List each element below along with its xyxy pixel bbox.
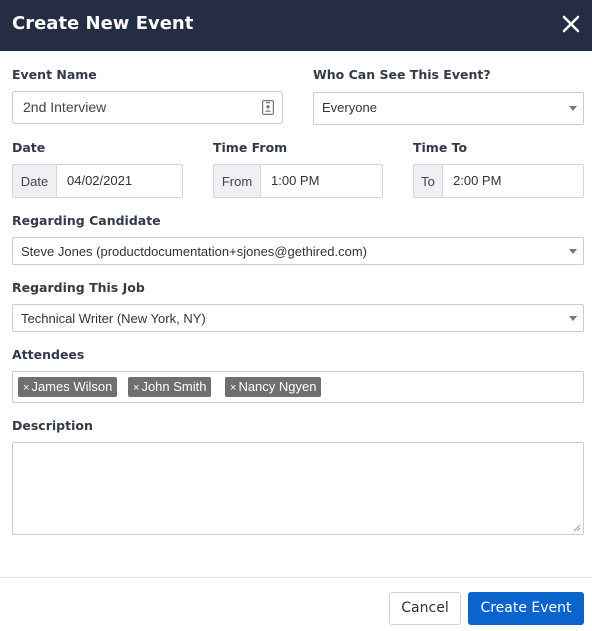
remove-tag-icon[interactable]: × <box>133 382 139 394</box>
dialog-header: Create New Event <box>0 0 592 51</box>
attendee-tag: × John Smith <box>128 377 212 397</box>
attendee-name: James Wilson <box>31 379 113 394</box>
description-textarea[interactable] <box>12 442 584 535</box>
event-name-value: 2nd Interview <box>23 99 107 115</box>
event-name-input[interactable]: 2nd Interview <box>12 91 283 124</box>
job-select[interactable]: Technical Writer (New York, NY) <box>12 304 584 332</box>
chevron-down-icon <box>569 316 577 321</box>
cancel-button[interactable]: Cancel <box>389 592 461 625</box>
close-icon[interactable] <box>558 11 584 37</box>
time-from-input[interactable]: 1:00 PM <box>261 165 319 197</box>
attendee-name: John Smith <box>141 379 207 394</box>
visibility-value: Everyone <box>322 100 377 115</box>
attendees-input[interactable]: × James Wilson × John Smith × Nancy Ngyen <box>12 371 584 403</box>
create-event-button[interactable]: Create Event <box>468 592 584 625</box>
remove-tag-icon[interactable]: × <box>230 382 236 394</box>
candidate-value: Steve Jones (productdocumentation+sjones… <box>21 244 367 259</box>
job-value: Technical Writer (New York, NY) <box>21 311 206 326</box>
remove-tag-icon[interactable]: × <box>23 382 29 394</box>
chevron-down-icon <box>569 106 577 111</box>
resize-grip-icon[interactable] <box>573 524 581 532</box>
attendee-name: Nancy Ngyen <box>238 379 317 394</box>
date-label: Date <box>12 140 46 155</box>
candidate-label: Regarding Candidate <box>12 213 161 228</box>
chevron-down-icon <box>569 249 577 254</box>
time-to-label: Time To <box>413 140 468 155</box>
time-to-addon: To <box>414 165 443 197</box>
contact-card-icon[interactable] <box>262 100 274 115</box>
description-label: Description <box>12 418 93 433</box>
date-input[interactable]: 04/02/2021 <box>57 165 132 197</box>
visibility-label: Who Can See This Event? <box>313 67 491 82</box>
footer-divider <box>0 577 592 578</box>
time-from-addon: From <box>214 165 261 197</box>
date-input-group: Date 04/02/2021 <box>12 164 183 198</box>
time-to-input[interactable]: 2:00 PM <box>443 165 501 197</box>
date-addon: Date <box>13 165 57 197</box>
visibility-select[interactable]: Everyone <box>313 92 584 125</box>
dialog-title: Create New Event <box>12 13 194 34</box>
job-label: Regarding This Job <box>12 280 145 295</box>
attendee-tag: × James Wilson <box>18 377 118 397</box>
attendee-tag: × Nancy Ngyen <box>225 377 322 397</box>
time-to-input-group: To 2:00 PM <box>413 164 584 198</box>
time-from-input-group: From 1:00 PM <box>213 164 383 198</box>
attendees-label: Attendees <box>12 347 85 362</box>
time-from-label: Time From <box>213 140 288 155</box>
event-name-label: Event Name <box>12 67 97 82</box>
candidate-select[interactable]: Steve Jones (productdocumentation+sjones… <box>12 237 584 265</box>
